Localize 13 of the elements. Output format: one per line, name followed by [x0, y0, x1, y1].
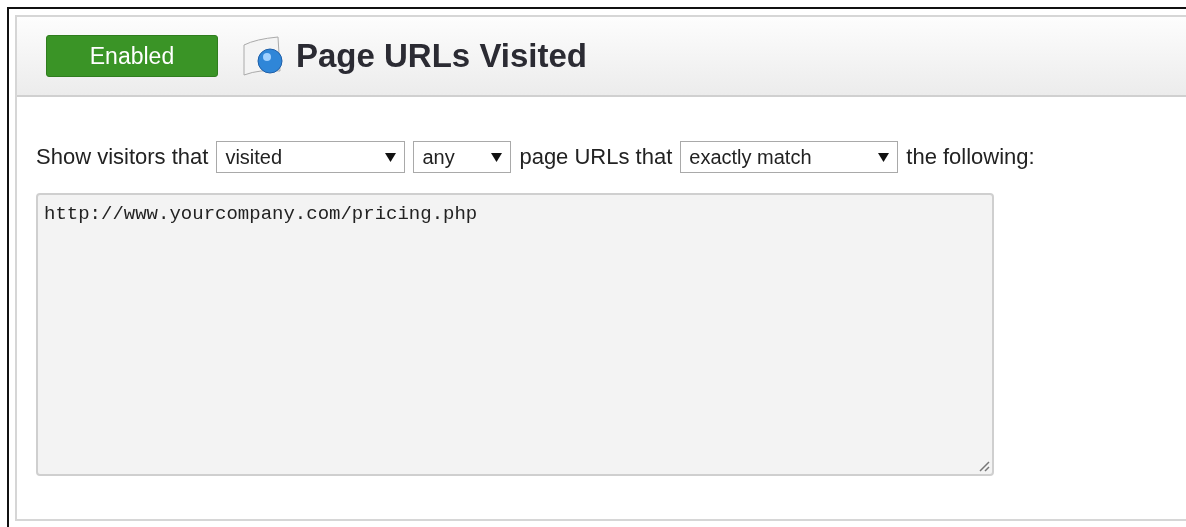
dropdown-caret-icon	[385, 152, 397, 162]
filter-dropdown[interactable]: exactly match	[680, 141, 899, 173]
filter-label: Show visitors that	[36, 144, 209, 170]
status-toggle[interactable]: Enabled	[46, 35, 218, 77]
filter-dropdown[interactable]: any	[413, 141, 512, 173]
filter-label: page URLs that	[519, 144, 673, 170]
resize-grip-icon	[978, 460, 990, 472]
url-list-field[interactable]: http://www.yourcompany.com/pricing.php	[36, 193, 994, 476]
section-title: Page URLs Visited	[296, 37, 587, 75]
filter-label: the following:	[906, 144, 1035, 170]
dropdown-caret-icon	[878, 152, 890, 162]
dropdown-caret-icon	[491, 152, 503, 162]
filter-dropdown[interactable]: visited	[216, 141, 406, 173]
